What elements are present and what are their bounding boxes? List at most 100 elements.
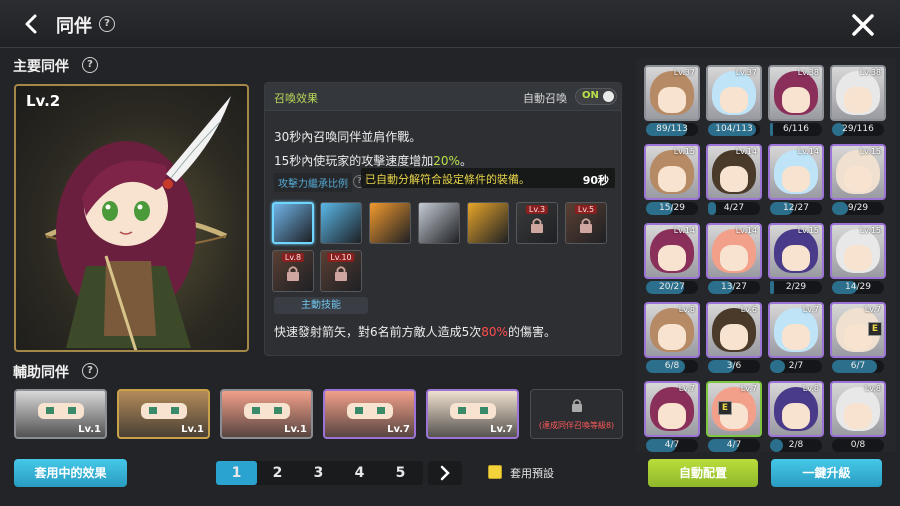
support-companion-slot[interactable]: Lv.1 [220, 389, 313, 439]
companion-card[interactable]: Lv.8 2/8 [768, 381, 824, 453]
skill-icon[interactable] [272, 202, 314, 244]
companion-level: Lv.15 [859, 226, 881, 235]
skill-unlock-level: Lv.5 [574, 205, 598, 214]
skill-icon[interactable]: Lv.3 [516, 202, 558, 244]
shard-count: 2/29 [785, 282, 807, 292]
next-page-button[interactable] [428, 461, 462, 485]
auto-summon-toggle[interactable]: ON [575, 88, 617, 105]
companion-card[interactable]: Lv.8 6/8 [644, 302, 700, 374]
page-button[interactable]: 5 [380, 461, 421, 485]
skill-icon[interactable] [369, 202, 411, 244]
companion-card[interactable]: Lv.15 15/29 [644, 144, 700, 216]
companion-level: Lv.15 [797, 226, 819, 235]
companion-card[interactable]: Lv.7 4/7 [644, 381, 700, 453]
companion-face [720, 324, 748, 350]
shard-count: 2/8 [788, 440, 804, 450]
skill-icon[interactable]: Lv.10 [320, 250, 362, 292]
companion-level: Lv.14 [735, 147, 757, 156]
lock-icon [572, 399, 582, 412]
companion-face [844, 245, 872, 271]
companion-portrait: Lv.14 [706, 223, 762, 279]
lock-icon [287, 266, 299, 281]
shard-progress-bar: 9/29 [832, 202, 884, 215]
companion-level: Lv.37 [735, 68, 757, 77]
companion-portrait: Lv.38 [830, 65, 886, 121]
back-arrow-icon[interactable] [20, 12, 44, 36]
skill-icon[interactable] [418, 202, 460, 244]
applied-effects-button[interactable]: 套用中的效果 [14, 459, 127, 487]
shard-count: 14/29 [845, 282, 871, 292]
companion-face [658, 245, 686, 271]
companion-face [782, 245, 810, 271]
skill-icon[interactable]: Lv.5 [565, 202, 607, 244]
page-button[interactable]: 4 [339, 461, 380, 485]
page-button[interactable]: 3 [298, 461, 339, 485]
support-companion-slot[interactable]: Lv.1 [14, 389, 107, 439]
support-companion-help-icon[interactable]: ? [82, 363, 98, 379]
active-skill-label: 主動技能 [274, 297, 368, 314]
companion-portrait: Lv.14 [706, 144, 762, 200]
support-companion-slot[interactable]: Lv.7 [426, 389, 519, 439]
companion-card[interactable]: Lv.15 14/29 [830, 223, 886, 295]
shard-progress-bar: 104/113 [708, 123, 760, 136]
companion-card[interactable]: Lv.8 0/8 [830, 381, 886, 453]
companion-card[interactable]: Lv.15 9/29 [830, 144, 886, 216]
attack-speed-value: 20% [433, 154, 460, 168]
main-companion-portrait[interactable]: Lv.2 [14, 84, 249, 352]
support-companion-slot[interactable]: Lv.7 [323, 389, 416, 439]
shard-count: 29/116 [842, 124, 874, 134]
companion-level: Lv.38 [797, 68, 819, 77]
companion-level: Lv.8 [678, 305, 695, 314]
toggle-knob [603, 91, 614, 102]
locked-support-slot[interactable]: (達成同伴召喚等級8) [530, 389, 623, 439]
companion-level: Lv.14 [797, 147, 819, 156]
skill-icon[interactable] [467, 202, 509, 244]
shard-count: 9/29 [847, 203, 869, 213]
skill-unlock-level: Lv.3 [525, 205, 549, 214]
auto-assign-button[interactable]: 自動配置 [648, 459, 758, 487]
companion-card[interactable]: Lv.15 2/29 [768, 223, 824, 295]
companion-face [844, 87, 872, 113]
shard-count: 6/7 [850, 361, 866, 371]
main-companion-help-icon[interactable]: ? [82, 57, 98, 73]
companion-card[interactable]: Lv.38 6/116 [768, 65, 824, 137]
companion-card[interactable]: Lv.7 2/7 [768, 302, 824, 374]
companion-card[interactable]: Lv.14 4/27 [706, 144, 762, 216]
companion-card[interactable]: Lv.37 104/113 [706, 65, 762, 137]
companion-card[interactable]: Lv.7 E 6/7 [830, 302, 886, 374]
skill-desc-suffix: 的傷害。 [507, 325, 556, 339]
page-button[interactable]: 2 [257, 461, 298, 485]
shard-count: 13/27 [721, 282, 747, 292]
companion-portrait: Lv.8 [830, 381, 886, 437]
shard-progress-bar: 2/8 [770, 439, 822, 452]
companion-card[interactable]: Lv.38 29/116 [830, 65, 886, 137]
shard-count: 20/27 [659, 282, 685, 292]
companion-card[interactable]: Lv.14 13/27 [706, 223, 762, 295]
skill-icon[interactable] [320, 202, 362, 244]
companion-level: Lv.6 [740, 305, 757, 314]
companion-card[interactable]: Lv.14 12/27 [768, 144, 824, 216]
shard-progress-bar: 4/7 [646, 439, 698, 452]
companion-face [244, 403, 290, 419]
equipped-badge: E [718, 401, 732, 415]
page-button[interactable]: 1 [216, 461, 257, 485]
help-icon[interactable]: ? [99, 16, 115, 32]
apply-preset-checkbox[interactable] [488, 465, 502, 479]
companion-face [720, 87, 748, 113]
top-bar: 同伴 ? [0, 0, 900, 48]
preset-pager: 12345 [216, 461, 423, 485]
support-companion-slot[interactable]: Lv.1 [117, 389, 210, 439]
skill-unlock-level: Lv.10 [327, 253, 355, 262]
companion-card[interactable]: Lv.37 89/113 [644, 65, 700, 137]
companion-level: Lv.15 [859, 147, 881, 156]
skill-icon[interactable]: Lv.8 [272, 250, 314, 292]
companion-portrait: Lv.6 [706, 302, 762, 358]
companion-portrait: Lv.7 [644, 381, 700, 437]
companion-level: Lv.8 [864, 384, 881, 393]
shard-count: 3/6 [726, 361, 742, 371]
companion-card[interactable]: Lv.7 E 4/7 [706, 381, 762, 453]
upgrade-all-button[interactable]: 一鍵升級 [771, 459, 882, 487]
close-icon[interactable] [850, 12, 876, 38]
companion-card[interactable]: Lv.6 3/6 [706, 302, 762, 374]
companion-card[interactable]: Lv.14 20/27 [644, 223, 700, 295]
